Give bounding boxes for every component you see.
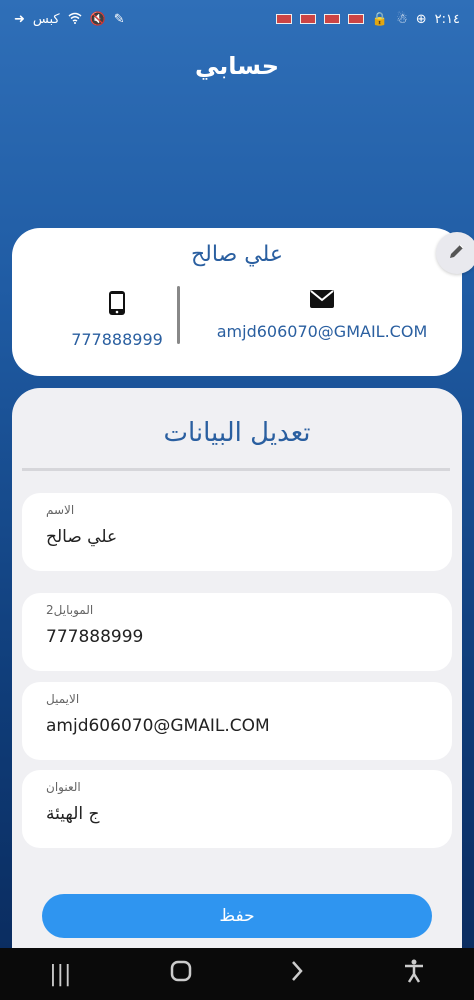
mail-icon [310, 290, 334, 312]
email-field[interactable]: الايميل amjd606070@GMAIL.COM [22, 682, 452, 760]
pencil-status-icon: ✎ [113, 11, 125, 27]
profile-phone: 777888999 [52, 290, 182, 349]
name-field-label: الاسم [46, 503, 75, 517]
recent-apps-icon[interactable]: ||| [49, 962, 71, 987]
address-field-value[interactable]: ج الهيئة [46, 804, 428, 824]
arrow-icon: ➜ [14, 11, 25, 27]
home-icon[interactable] [170, 960, 192, 988]
status-left: ➜ كبس 🔇 ✎ [14, 12, 125, 27]
status-right: 🔒 ☃ ⊕ ٢:١٤ [275, 11, 460, 27]
notification-badge-icon [323, 14, 340, 24]
form-title: تعديل البيانات [163, 418, 311, 448]
status-time: ٢:١٤ [434, 11, 460, 27]
profile-card: علي صالح 777888999 amjd606070@GMAIL.COM [12, 228, 462, 376]
lock-icon: 🔒 [371, 11, 389, 27]
notification-badge-icon [347, 14, 364, 24]
profile-email-value: amjd606070@GMAIL.COM [216, 322, 428, 341]
notification-badge-icon [275, 14, 292, 24]
page-title: حسابي [194, 52, 280, 80]
mobile2-field-value[interactable]: 777888999 [46, 627, 428, 647]
email-field-label: الايميل [46, 692, 80, 706]
mute-icon: 🔇 [89, 11, 106, 27]
snowman-icon: ☃ [396, 11, 408, 27]
address-field-label: العنوان [46, 780, 81, 794]
edit-profile-button[interactable] [436, 232, 474, 274]
form-divider [22, 468, 450, 471]
accessibility-icon[interactable] [403, 959, 425, 989]
mobile2-field-label: الموبايل2 [46, 603, 94, 617]
name-field[interactable]: الاسم علي صالح [22, 493, 452, 571]
phone-icon [108, 290, 126, 320]
location-icon: ⊕ [415, 11, 427, 27]
email-field-value[interactable]: amjd606070@GMAIL.COM [46, 716, 428, 736]
profile-phone-value: 777888999 [71, 330, 163, 349]
notification-badge-icon [299, 14, 316, 24]
contact-divider [177, 286, 180, 344]
profile-email: amjd606070@GMAIL.COM [202, 290, 442, 341]
network-speed: كبس [32, 11, 60, 27]
mobile2-field[interactable]: الموبايل2 777888999 [22, 593, 452, 671]
status-bar: ➜ كبس 🔇 ✎ 🔒 ☃ ⊕ ٢:١٤ [0, 0, 474, 38]
name-field-value[interactable]: علي صالح [46, 527, 428, 547]
address-field[interactable]: العنوان ج الهيئة [22, 770, 452, 848]
profile-name: علي صالح [190, 242, 284, 267]
save-button[interactable]: حفظ [42, 894, 432, 938]
system-nav-bar: ||| [0, 948, 474, 1000]
pencil-icon [448, 242, 466, 264]
edit-form-card: تعديل البيانات الاسم علي صالح الموبايل2 … [12, 388, 462, 948]
back-icon[interactable] [290, 960, 304, 988]
wifi-icon [68, 12, 82, 27]
